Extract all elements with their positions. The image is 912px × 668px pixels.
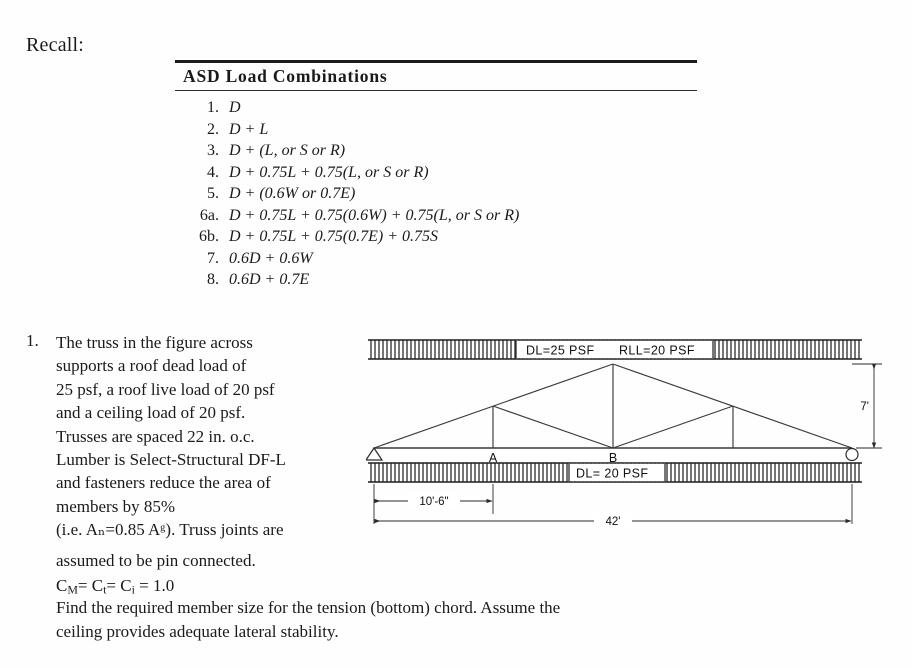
top-load-rll-label: RLL=20 PSF xyxy=(619,344,695,358)
question-text: Find the required member size for the te… xyxy=(56,596,704,644)
paragraph-line-area-note: (i.e. Aₙ=0.85 Aᵍ). Truss joints are xyxy=(56,520,284,540)
paragraph-line: and fasteners reduce the area of xyxy=(56,473,271,493)
combination-number: 8. xyxy=(207,271,219,288)
paragraph-line: The truss in the figure across xyxy=(56,333,253,352)
left-pin-support xyxy=(366,446,384,461)
combination-equation: 0.6D + 0.7E xyxy=(229,271,310,288)
asd-load-combinations-table: ASD Load Combinations 1. D 2. D + L 3. D… xyxy=(175,60,697,291)
combination-number: 5. xyxy=(207,185,219,202)
problem-number: 1. xyxy=(26,331,39,350)
list-item: 1. D xyxy=(175,97,697,119)
coefficient-ct: C xyxy=(91,576,104,595)
web-diagonal-right xyxy=(612,405,734,449)
combination-number: 6b. xyxy=(199,228,219,245)
equals-sign-2: = xyxy=(106,576,117,595)
combination-number: 3. xyxy=(207,142,219,159)
list-item: 8. 0.6D + 0.7E xyxy=(175,269,697,291)
list-item: 6a. D + 0.75L + 0.75(0.6W) + 0.75(L, or … xyxy=(175,205,697,227)
equals-sign-1: = xyxy=(77,576,88,595)
list-item: 3. D + (L, or S or R) xyxy=(175,140,697,162)
table-top-rule xyxy=(175,60,697,63)
height-dimension-label: 7' xyxy=(860,401,869,413)
combination-equation: D + (0.6W or 0.7E) xyxy=(229,185,356,202)
combination-equation: D + L xyxy=(229,120,269,138)
list-item: 2. D + L xyxy=(175,119,697,141)
panel-dimension: 10'-6" xyxy=(373,484,494,524)
assumed-pin-connected-line: assumed to be pin connected. xyxy=(56,551,256,570)
combination-equation: D + (L, or S or R) xyxy=(229,142,346,159)
combination-equation: D + 0.75L + 0.75(0.6W) + 0.75(L, or S or… xyxy=(229,206,520,224)
paragraph-line: and a ceiling load of 20 psf. xyxy=(56,403,246,423)
list-item: 7. 0.6D + 0.6W xyxy=(175,248,697,270)
asd-table-title: ASD Load Combinations xyxy=(183,66,388,86)
recall-label: Recall: xyxy=(26,34,85,56)
combination-equation: D + 0.75L + 0.75(L, or S or R) xyxy=(229,163,429,181)
coefficient-cm: C xyxy=(56,576,68,595)
bottom-load-band: DL= 20 PSF xyxy=(368,462,862,483)
question-line: ceiling provides adequate lateral stabil… xyxy=(56,622,339,641)
combination-equation: D xyxy=(229,99,241,116)
bottom-load-label: DL= 20 PSF xyxy=(576,467,648,481)
problem-paragraph: The truss in the figure across supports … xyxy=(56,331,348,542)
top-load-band: DL=25 PSF RLL=20 PSF xyxy=(368,339,862,360)
combination-number: 1. xyxy=(207,99,219,116)
list-item: 6b. D + 0.75L + 0.75(0.7E) + 0.75S xyxy=(175,226,697,248)
right-roller-support xyxy=(845,447,859,462)
document-page: Recall: ASD Load Combinations 1. D 2. D … xyxy=(0,0,912,668)
truss-figure: DL=25 PSF RLL=20 PSF A B DL= 20 PSF 7' 1… xyxy=(366,334,886,546)
combination-number: 2. xyxy=(207,120,219,138)
top-load-dl-label: DL=25 PSF xyxy=(526,344,595,358)
list-item: 4. D + 0.75L + 0.75(L, or S or R) xyxy=(175,162,697,184)
combination-equation: 0.6D + 0.6W xyxy=(229,249,313,267)
span-dimension-label: 42' xyxy=(606,516,621,528)
paragraph-line: members by 85% xyxy=(56,496,175,516)
paragraph-line: Lumber is Select-Structural DF-L xyxy=(56,450,286,470)
coefficient-ci-subscript: i xyxy=(131,582,135,597)
question-line: Find the required member size for the te… xyxy=(56,598,561,617)
equals-sign-3: = xyxy=(139,576,149,595)
web-diagonal-left xyxy=(492,405,614,449)
coefficient-ci: C xyxy=(120,576,132,595)
truss-outline xyxy=(373,363,853,449)
paragraph-line: supports a roof dead load of xyxy=(56,356,247,376)
height-dimension: 7' xyxy=(852,363,882,449)
paragraph-line: Trusses are spaced 22 in. o.c. xyxy=(56,426,255,446)
paragraph-line: 25 psf, a roof live load of 20 psf xyxy=(56,379,275,399)
asd-combination-list: 1. D 2. D + L 3. D + (L, or S or R) 4. D… xyxy=(175,91,697,291)
coefficient-cm-subscript: M xyxy=(67,582,78,597)
list-item: 5. D + (0.6W or 0.7E) xyxy=(175,183,697,205)
combination-equation: D + 0.75L + 0.75(0.7E) + 0.75S xyxy=(229,228,438,245)
combination-number: 7. xyxy=(207,249,219,267)
coefficient-value: 1.0 xyxy=(153,576,175,595)
combination-number: 6a. xyxy=(199,206,219,224)
combination-number: 4. xyxy=(207,163,219,181)
panel-dimension-label: 10'-6" xyxy=(419,496,448,508)
